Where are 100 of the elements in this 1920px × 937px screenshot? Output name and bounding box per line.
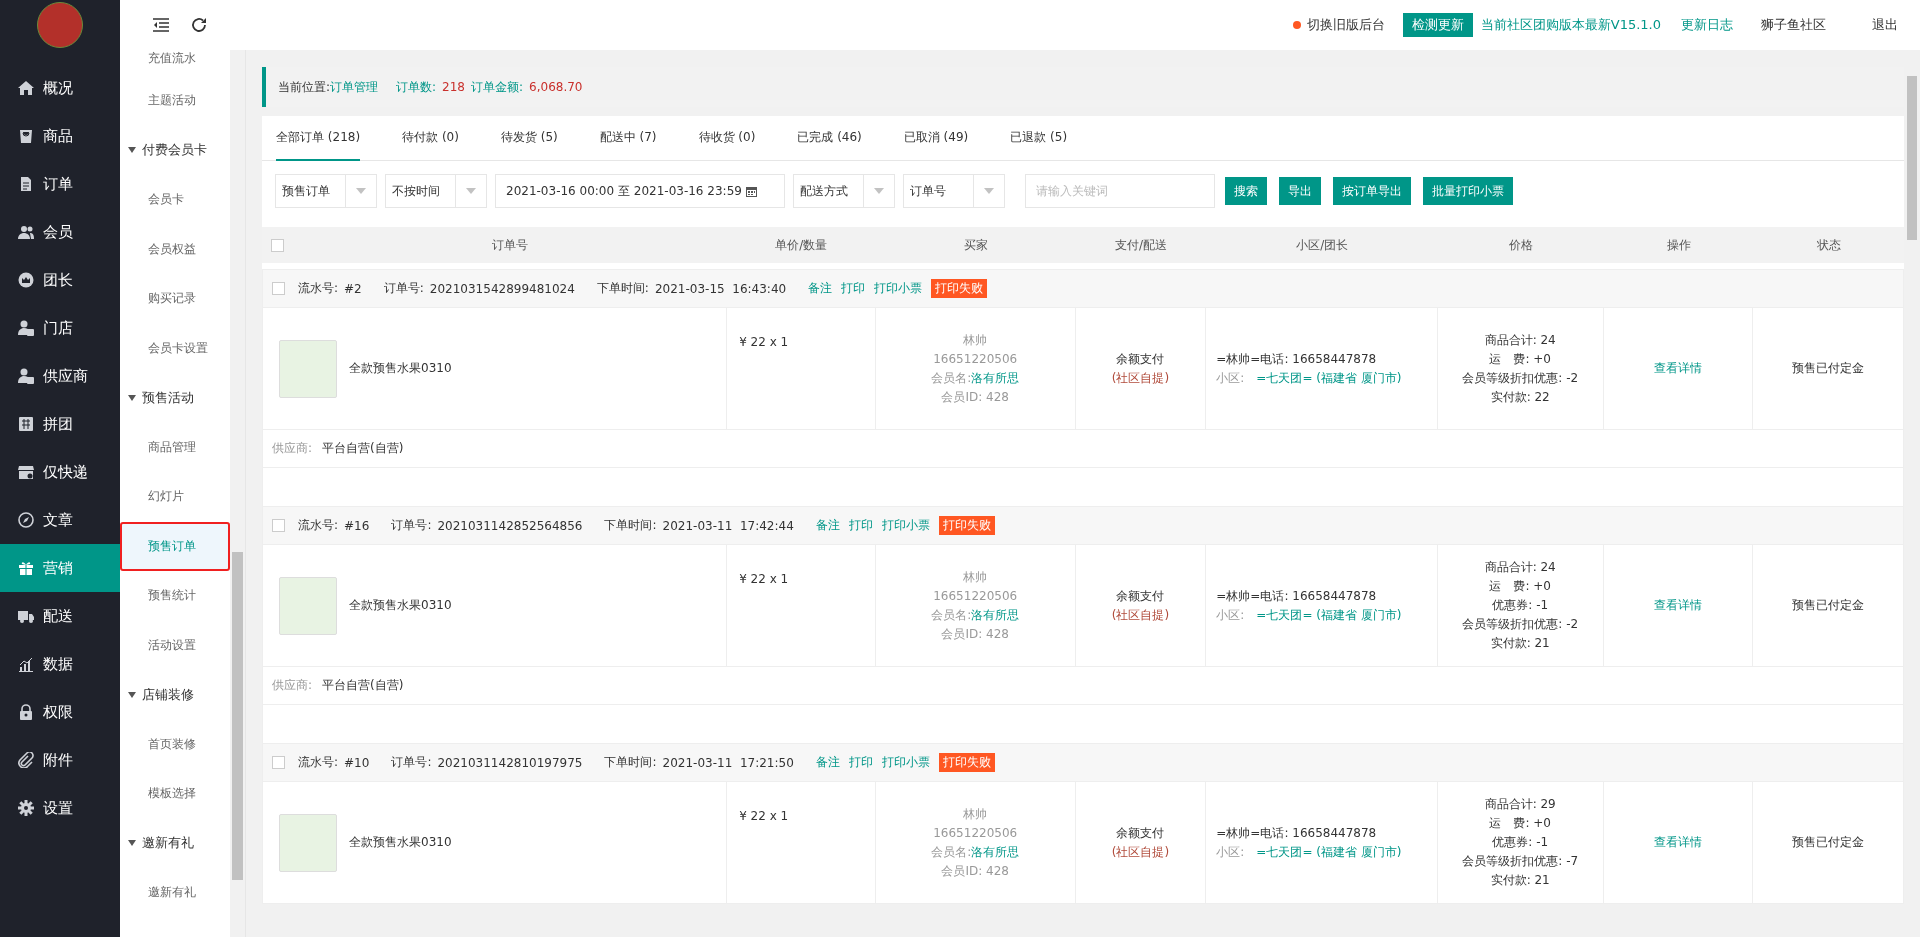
submenu-item[interactable]: 邀新有礼 bbox=[120, 868, 230, 918]
print-status-tag: 打印失败 bbox=[938, 753, 995, 772]
collapse-menu-icon[interactable] bbox=[152, 16, 170, 34]
community-label: 小区: bbox=[1216, 844, 1245, 859]
settings-icon bbox=[18, 800, 34, 816]
submenu-item[interactable]: 会员权益 bbox=[120, 224, 230, 274]
tab[interactable]: 已取消 (49) bbox=[903, 116, 969, 161]
print-status-tag: 打印失败 bbox=[931, 279, 988, 298]
submenu-group[interactable]: 邀新有礼 bbox=[120, 818, 230, 868]
sidebar-item[interactable]: 仅快递 bbox=[0, 448, 120, 496]
logout-link[interactable]: 退出 bbox=[1872, 16, 1898, 34]
action-link[interactable]: 打印小票 bbox=[881, 517, 930, 534]
action-link[interactable]: 打印小票 bbox=[881, 754, 930, 771]
checkbox[interactable] bbox=[272, 756, 285, 769]
submenu-item[interactable]: 会员卡 bbox=[120, 175, 230, 225]
bar-chart-icon bbox=[18, 656, 34, 672]
sidebar-item[interactable]: 会员 bbox=[0, 208, 120, 256]
action-button[interactable]: 导出 bbox=[1279, 177, 1321, 205]
keyword-input[interactable]: 请输入关键词 bbox=[1025, 174, 1215, 208]
dropdown[interactable]: 订单号 bbox=[903, 174, 1005, 208]
price-line: 运 费: +0 bbox=[1489, 578, 1551, 595]
sidebar-item[interactable]: 数据 bbox=[0, 640, 120, 688]
tab[interactable]: 配送中 (7) bbox=[599, 116, 657, 161]
buyer-name: 林帅 bbox=[963, 568, 988, 586]
leader-phone: =林帅=电话: 16658447878 bbox=[1216, 350, 1377, 368]
sidebar-item[interactable]: 设置 bbox=[0, 784, 120, 832]
field-label: 下单时间: bbox=[604, 517, 657, 534]
submenu-item[interactable]: 活动设置 bbox=[120, 620, 230, 670]
action-link[interactable]: 打印 bbox=[848, 517, 873, 534]
select-all-checkbox[interactable] bbox=[271, 238, 284, 252]
submenu-item[interactable]: 预售订单 bbox=[120, 521, 230, 571]
sidebar-item[interactable]: 商品 bbox=[0, 112, 120, 160]
column-header: 订单号 bbox=[490, 236, 529, 254]
action-link[interactable]: 打印小票 bbox=[874, 280, 923, 297]
dropdown[interactable]: 不按时间 bbox=[385, 174, 487, 208]
submenu-item[interactable]: 预售统计 bbox=[120, 571, 230, 621]
sidebar-item[interactable]: 供应商 bbox=[0, 352, 120, 400]
scrollbar[interactable] bbox=[230, 50, 245, 937]
logo-photo-placeholder bbox=[37, 2, 83, 48]
refresh-icon[interactable] bbox=[190, 16, 208, 34]
action-link[interactable]: 打印 bbox=[848, 754, 873, 771]
tab[interactable]: 待付款 (0) bbox=[402, 116, 459, 161]
tab[interactable]: 已完成 (46) bbox=[797, 116, 862, 161]
submenu-group[interactable]: 店铺装修 bbox=[120, 670, 230, 720]
sidebar-item[interactable]: 拼团 bbox=[0, 400, 120, 448]
view-details-link[interactable]: 查看详情 bbox=[1653, 833, 1702, 852]
sidebar-item[interactable]: 文章 bbox=[0, 496, 120, 544]
price-quantity: ¥ 22 x 1 bbox=[739, 334, 789, 351]
field-value: 2021-03-11 17:42:44 bbox=[662, 518, 794, 533]
tab[interactable]: 待发货 (5) bbox=[500, 116, 558, 161]
dropdown[interactable]: 预售订单 bbox=[275, 174, 377, 208]
submenu-item[interactable]: 首页装修 bbox=[120, 719, 230, 769]
submenu-item[interactable]: 购买记录 bbox=[120, 274, 230, 324]
switch-old-backend-link[interactable]: 切换旧版后台 bbox=[1306, 16, 1385, 34]
buyer-name: 林帅 bbox=[963, 805, 988, 823]
sidebar-item[interactable]: 门店 bbox=[0, 304, 120, 352]
action-button[interactable]: 按订单导出 bbox=[1333, 177, 1411, 205]
column-header: 状态 bbox=[1816, 236, 1843, 254]
tab[interactable]: 待收货 (0) bbox=[698, 116, 756, 161]
submenu-group[interactable]: 预售活动 bbox=[120, 373, 230, 423]
submenu-item[interactable]: 充值流水 bbox=[120, 50, 230, 76]
submenu-item[interactable]: 模板选择 bbox=[120, 769, 230, 819]
submenu-item[interactable]: 会员卡设置 bbox=[120, 323, 230, 373]
action-button[interactable]: 搜索 bbox=[1225, 177, 1267, 205]
submenu-item[interactable]: 主题活动 bbox=[120, 76, 230, 126]
submenu-group[interactable]: 付费会员卡 bbox=[120, 125, 230, 175]
sidebar-item[interactable]: 订单 bbox=[0, 160, 120, 208]
checkbox[interactable] bbox=[272, 282, 285, 295]
member-name-label: 会员名: bbox=[931, 844, 972, 859]
sidebar-item[interactable]: 概况 bbox=[0, 64, 120, 112]
sidebar-item[interactable]: 附件 bbox=[0, 736, 120, 784]
sidebar-item[interactable]: 营销 bbox=[0, 544, 120, 592]
check-update-button[interactable]: 检测更新 bbox=[1402, 13, 1473, 37]
action-link[interactable]: 备注 bbox=[808, 280, 833, 297]
action-link[interactable]: 打印 bbox=[841, 280, 866, 297]
view-details-link[interactable]: 查看详情 bbox=[1653, 359, 1702, 378]
date-range-field[interactable]: 2021-03-16 00:00 至 2021-03-16 23:59 bbox=[495, 174, 785, 208]
dropdown[interactable]: 配送方式 bbox=[793, 174, 895, 208]
view-details-link[interactable]: 查看详情 bbox=[1653, 596, 1702, 615]
sidebar-item[interactable]: 配送 bbox=[0, 592, 120, 640]
price-quantity: ¥ 22 x 1 bbox=[739, 808, 789, 825]
tab[interactable]: 已退款 (5) bbox=[1010, 116, 1068, 161]
sidebar-item[interactable]: 权限 bbox=[0, 688, 120, 736]
home-icon bbox=[18, 80, 34, 96]
submenu-group-label: 付费会员卡 bbox=[142, 141, 207, 160]
submenu-item[interactable]: 商品管理 bbox=[120, 422, 230, 472]
checkbox[interactable] bbox=[272, 519, 285, 532]
submenu-item[interactable]: 幻灯片 bbox=[120, 472, 230, 522]
lock-icon bbox=[18, 704, 34, 720]
price-line: 运 费: +0 bbox=[1489, 350, 1551, 368]
action-link[interactable]: 备注 bbox=[815, 517, 840, 534]
action-button[interactable]: 批量打印小票 bbox=[1423, 177, 1513, 205]
caret-icon bbox=[356, 188, 366, 194]
document-icon bbox=[18, 176, 34, 192]
submenu-group-label: 店铺装修 bbox=[142, 685, 194, 704]
tab[interactable]: 全部订单 (218) bbox=[276, 116, 361, 161]
changelog-link[interactable]: 更新日志 bbox=[1681, 16, 1733, 34]
crown-icon bbox=[18, 272, 34, 288]
sidebar-item[interactable]: 团长 bbox=[0, 256, 120, 304]
action-link[interactable]: 备注 bbox=[815, 754, 840, 771]
